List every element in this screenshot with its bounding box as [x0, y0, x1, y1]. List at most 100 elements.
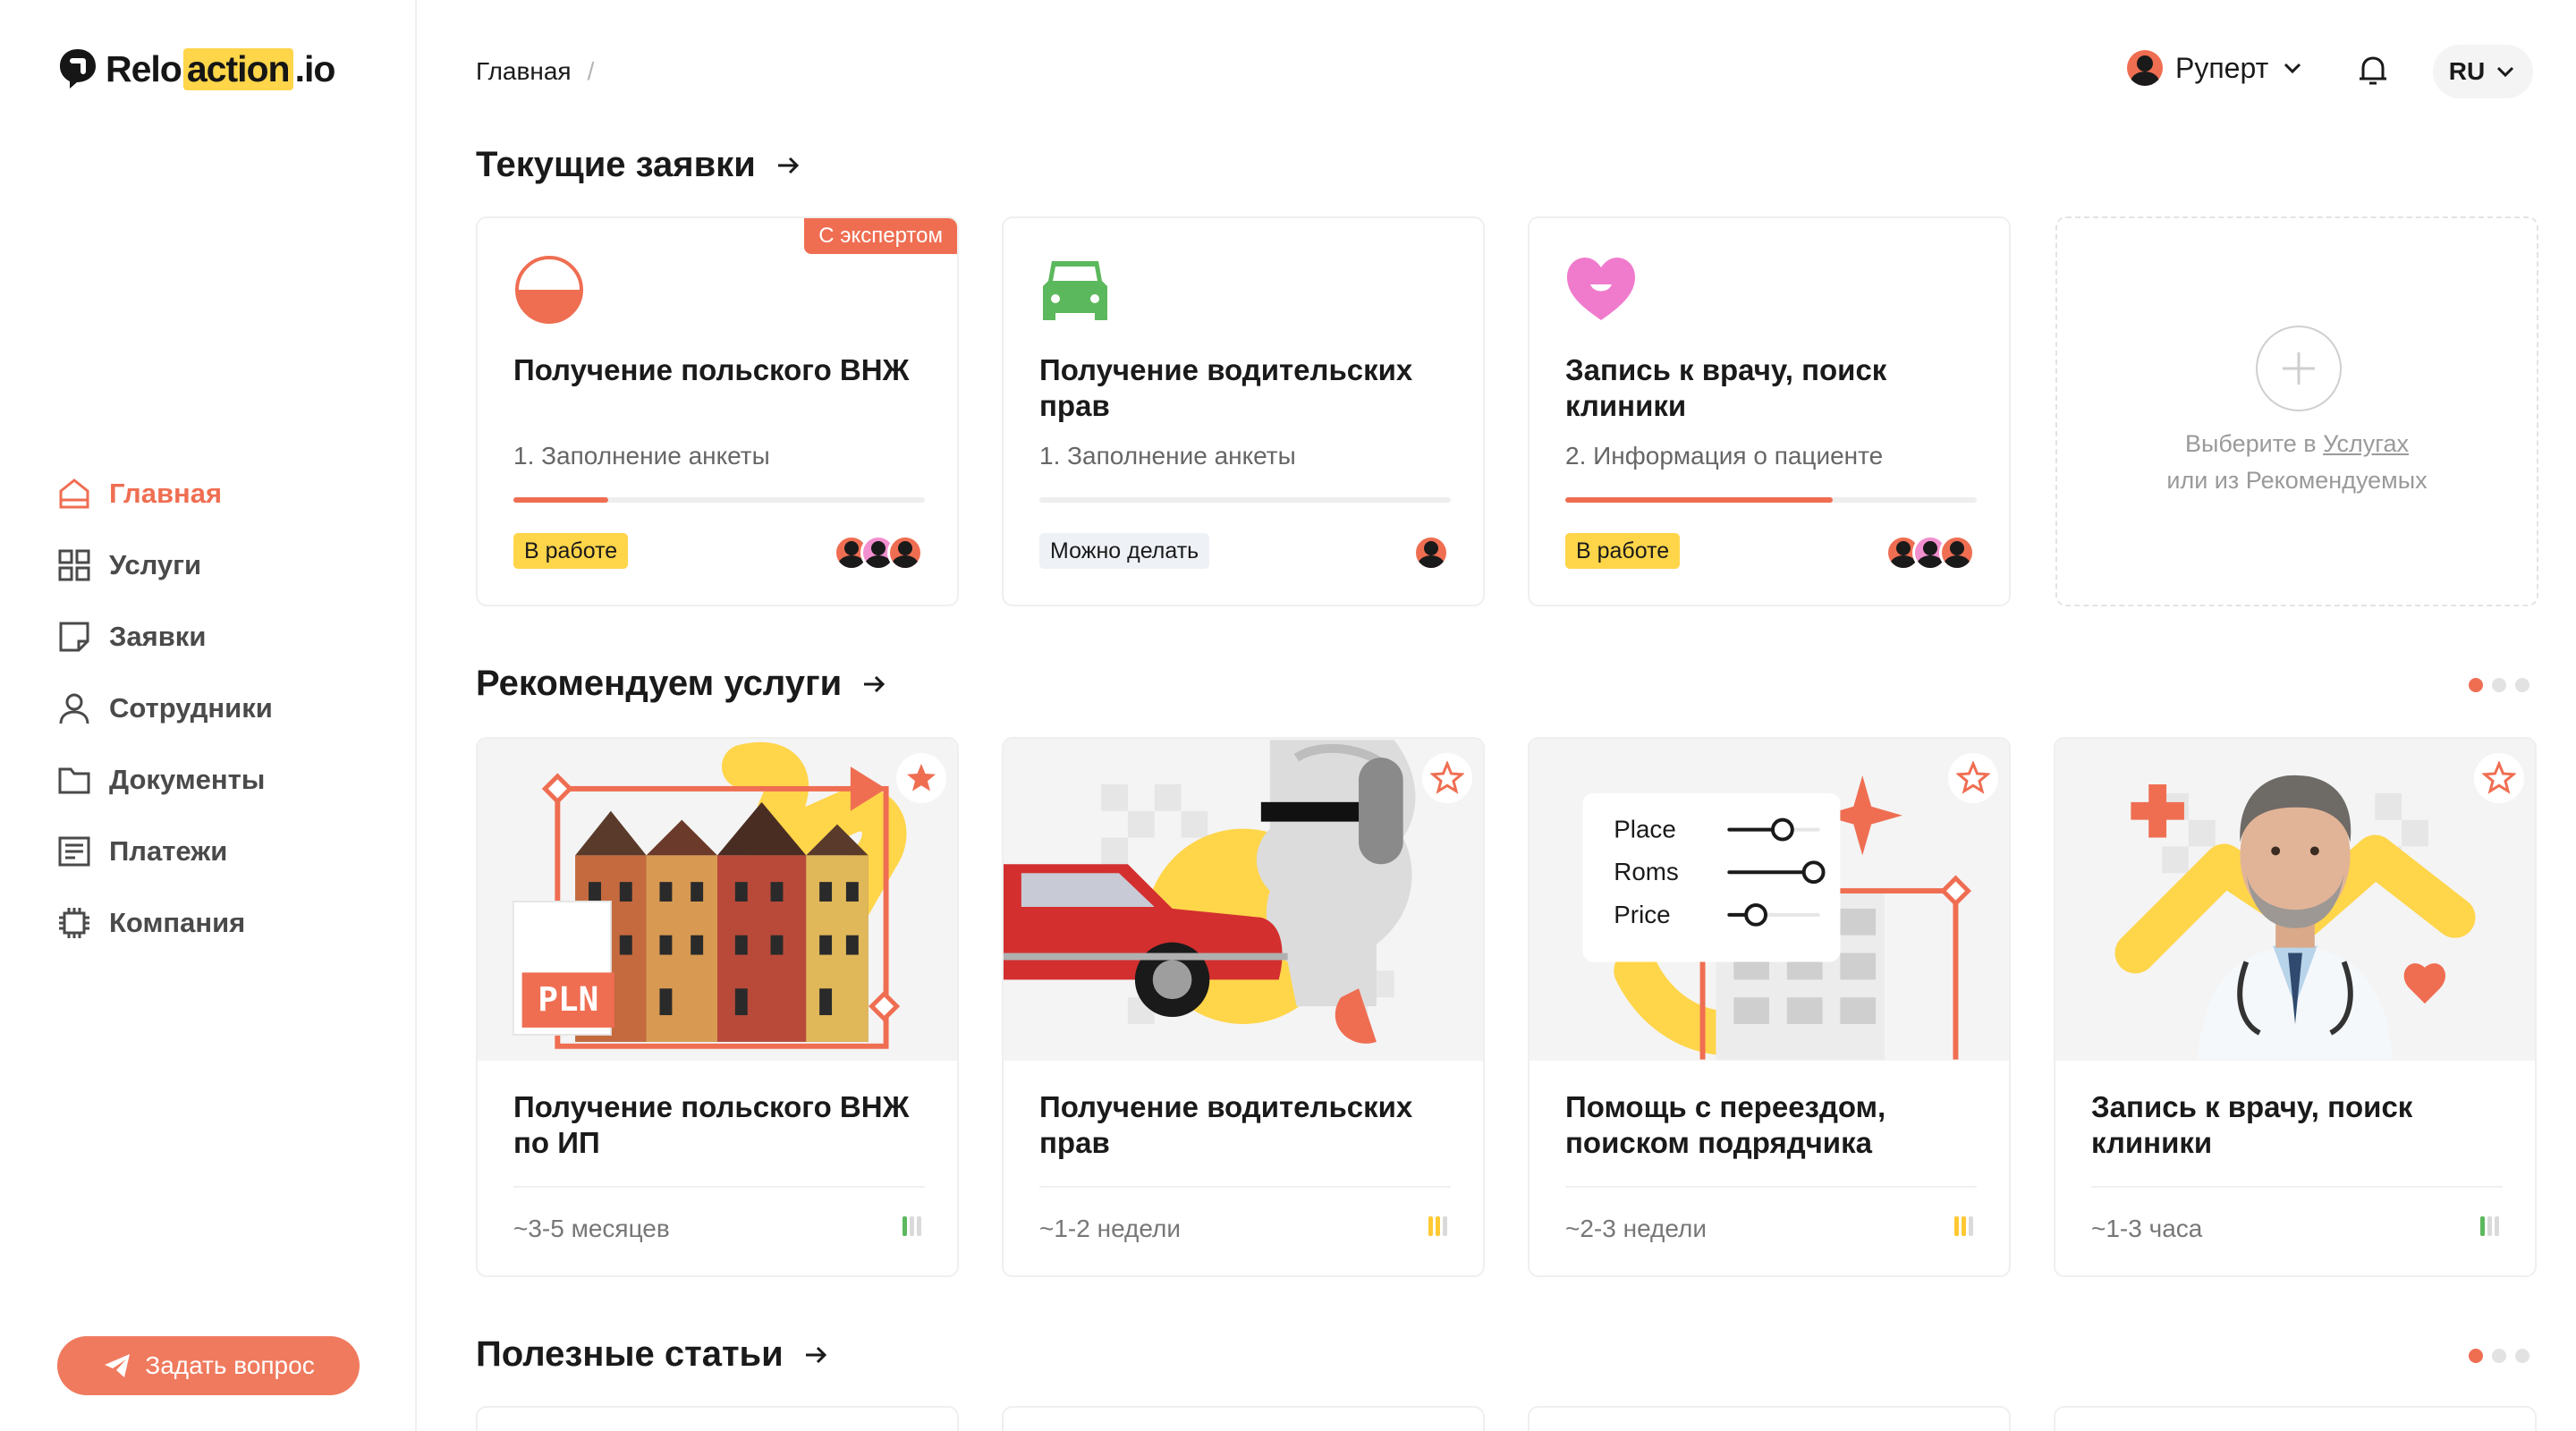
service-image: [2055, 739, 2535, 1061]
add-request-card[interactable]: Выберите в Услугах или из Рекомендуемых: [2055, 216, 2538, 606]
request-title: Получение водительских прав: [1039, 353, 1413, 422]
logo-text: Relo action .io: [106, 47, 336, 90]
divider: [513, 1186, 925, 1188]
sidebar-item-requests[interactable]: Заявки: [55, 601, 273, 673]
sidebar-item-documents[interactable]: Документы: [55, 744, 273, 816]
carousel-dot[interactable]: [2492, 678, 2506, 692]
warsaw-houses-illustration: PLN: [478, 740, 957, 1060]
avatar: [2127, 50, 2163, 86]
language-select[interactable]: RU: [2433, 45, 2533, 98]
request-step: 1. Заполнение анкеты: [1039, 442, 1296, 470]
favorite-button[interactable]: [896, 753, 946, 803]
status-badge: В работе: [1565, 533, 1681, 569]
level-bar: [1962, 1216, 1966, 1236]
level-bar: [2487, 1216, 2492, 1236]
assignees: [1885, 535, 1975, 571]
user-name: Руперт: [2175, 51, 2269, 84]
paper-plane-icon: [105, 1354, 131, 1377]
divider: [1565, 1186, 1977, 1188]
article-card[interactable]: [1528, 1406, 2011, 1431]
difficulty-level: [2480, 1216, 2499, 1236]
home-icon: [59, 478, 89, 509]
relocation-filters-illustration: Place Roms Price: [1530, 740, 2009, 1060]
service-image: Place Roms Price: [1530, 739, 2009, 1061]
carousel-dot[interactable]: [2469, 1349, 2483, 1363]
favorite-button[interactable]: [2474, 753, 2524, 803]
service-card[interactable]: Place Roms Price Помощь с переездом, пои…: [1528, 737, 2011, 1277]
progress-bar: [1565, 497, 1977, 503]
service-card[interactable]: PLN Получение польского ВНЖ по ИП ~3-5 м…: [476, 737, 959, 1277]
service-duration: ~1-3 часа: [2091, 1215, 2203, 1242]
carousel-dot[interactable]: [2469, 678, 2483, 692]
grid-icon: [58, 549, 90, 581]
service-title: Помощь с переездом, поиском подрядчика: [1565, 1090, 1886, 1159]
logo-text-highlight: action: [182, 47, 293, 90]
progress-bar: [513, 497, 925, 503]
article-card[interactable]: [476, 1406, 959, 1431]
divider: [2091, 1186, 2503, 1188]
avatar: [1413, 535, 1449, 571]
sidebar-item-label: Компания: [109, 907, 246, 938]
service-title: Получение польского ВНЖ по ИП: [513, 1090, 910, 1159]
user-menu[interactable]: Руперт: [2127, 50, 2304, 86]
ask-question-button[interactable]: Задать вопрос: [57, 1336, 360, 1395]
bell-icon[interactable]: [2354, 52, 2392, 89]
assignees: [1413, 535, 1449, 571]
sidebar-item-company[interactable]: Компания: [55, 887, 273, 959]
star-outline-icon: [2482, 761, 2516, 794]
recommended-services-title[interactable]: Рекомендуем услуги: [476, 664, 888, 704]
car-icon: [1043, 261, 1107, 320]
favorite-button[interactable]: [1422, 753, 1472, 803]
add-request-hint: Выберите в Услугах или из Рекомендуемых: [2057, 426, 2537, 499]
article-card[interactable]: [2054, 1406, 2537, 1431]
favorite-button[interactable]: [1948, 753, 1998, 803]
service-title: Запись к врачу, поиск клиники: [2091, 1090, 2413, 1159]
difficulty-level: [1954, 1216, 1973, 1236]
request-card[interactable]: Получение водительских прав 1. Заполнени…: [1002, 216, 1485, 606]
level-bar: [1436, 1216, 1440, 1236]
request-card[interactable]: С экспертом Получение польского ВНЖ 1. З…: [476, 216, 959, 606]
carousel-dot[interactable]: [2515, 1349, 2529, 1363]
filter-label-place: Place: [1614, 816, 1676, 843]
current-requests-title[interactable]: Текущие заявки: [476, 145, 802, 185]
folder-icon: [58, 767, 90, 794]
services-link[interactable]: Услугах: [2323, 430, 2409, 457]
service-image: [1004, 739, 1483, 1061]
logo[interactable]: Relo action .io: [57, 47, 335, 91]
breadcrumb-home[interactable]: Главная: [476, 57, 572, 86]
sidebar-item-payments[interactable]: Платежи: [55, 816, 273, 887]
useful-articles-title[interactable]: Полезные статьи: [476, 1334, 830, 1375]
service-card[interactable]: Запись к врачу, поиск клиники ~1-3 часа: [2054, 737, 2537, 1277]
sidebar-item-services[interactable]: Услуги: [55, 529, 273, 601]
chip-icon: [59, 908, 89, 938]
carousel-dot[interactable]: [2492, 1349, 2506, 1363]
service-duration: ~2-3 недели: [1565, 1215, 1707, 1242]
doctor-illustration: [2055, 740, 2535, 1060]
service-duration: ~1-2 недели: [1039, 1215, 1181, 1242]
level-bar: [1428, 1216, 1433, 1236]
sidebar-item-home[interactable]: Главная: [55, 458, 273, 529]
request-card[interactable]: Запись к врачу, поиск клиники 2. Информа…: [1528, 216, 2011, 606]
carousel-dot[interactable]: [2515, 678, 2529, 692]
heart-icon: [1567, 258, 1635, 320]
sidebar-item-label: Главная: [109, 478, 223, 509]
logo-text-post: .io: [294, 47, 336, 89]
progress-bar: [1039, 497, 1451, 503]
breadcrumb-separator: /: [587, 57, 595, 85]
half-circle-icon: [515, 256, 583, 324]
service-image: PLN: [478, 739, 957, 1061]
sidebar-item-employees[interactable]: Сотрудники: [55, 673, 273, 744]
level-bar: [1443, 1216, 1447, 1236]
note-icon: [59, 622, 89, 652]
article-card[interactable]: [1002, 1406, 1485, 1431]
request-step: 1. Заполнение анкеты: [513, 442, 770, 470]
status-badge: Можно делать: [1039, 533, 1210, 569]
user-icon: [59, 693, 89, 724]
add-button[interactable]: [2256, 326, 2342, 411]
avatar: [1939, 535, 1975, 571]
receipt-icon: [58, 836, 90, 867]
service-card[interactable]: Получение водительских прав ~1-2 недели: [1002, 737, 1485, 1277]
request-step: 2. Информация о пациенте: [1565, 442, 1884, 470]
section-title-text: Полезные статьи: [476, 1334, 784, 1374]
status-badge: В работе: [513, 533, 629, 569]
